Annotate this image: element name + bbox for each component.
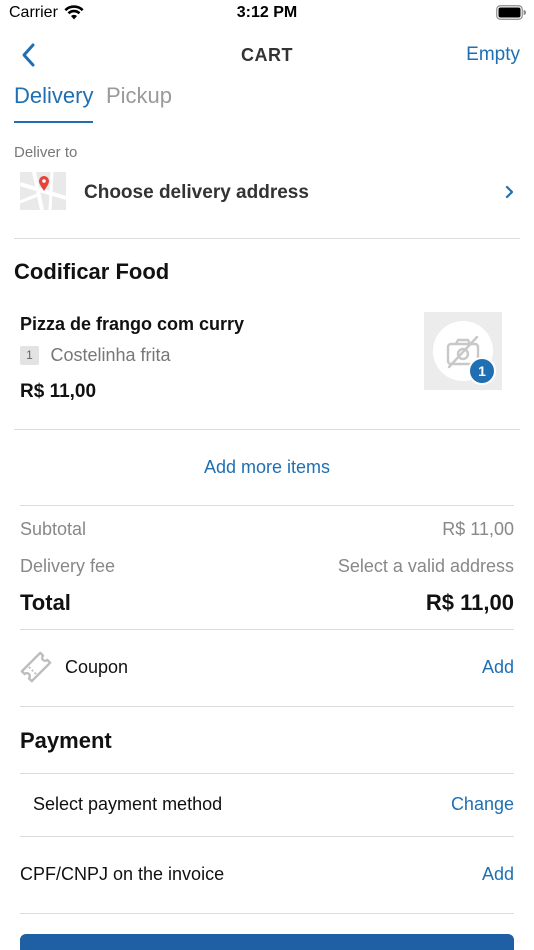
total-row: Total R$ 11,00 [20,590,514,618]
tab-delivery[interactable]: Delivery [14,83,93,109]
total-value: R$ 11,00 [425,590,514,615]
coupon-label: Coupon [65,657,129,677]
status-time: 3:12 PM [236,4,298,21]
map-pin-icon [20,172,66,210]
checkout-button[interactable] [20,934,514,950]
subtotal-value: R$ 11,00 [442,519,514,539]
option-name: Costelinha frita [50,345,171,365]
divider [20,629,514,630]
divider [20,773,514,774]
chevron-right-icon [505,185,514,199]
status-bar: Carrier 3:12 PM [0,0,534,30]
divider [20,836,514,837]
option-quantity-badge: 1 [20,346,39,365]
coupon-icon [20,651,52,683]
subtotal-label: Subtotal [20,519,87,539]
cart-item-name[interactable]: Pizza de frango com curry [20,314,244,335]
empty-cart-button[interactable]: Empty [466,44,520,66]
add-more-items-button[interactable]: Add more items [0,457,534,478]
payment-section-title: Payment [20,728,112,753]
navigation-bar: CART Empty [0,38,534,72]
battery-icon [496,5,526,20]
cart-item-price: R$ 11,00 [20,381,97,402]
total-label: Total [20,590,71,615]
divider [14,429,520,430]
delivery-address-selector[interactable]: Choose delivery address [14,168,520,218]
page-title: CART [241,45,293,65]
store-name: Codificar Food [14,259,170,284]
add-coupon-button[interactable]: Add [482,657,514,678]
cart-item-image[interactable]: 1 [424,312,502,390]
delivery-fee-row: Delivery fee Select a valid address [20,556,514,580]
choose-address-label: Choose delivery address [84,182,309,203]
deliver-to-label: Deliver to [14,144,78,161]
divider [20,913,514,914]
divider [20,706,514,707]
active-tab-indicator [14,121,93,123]
invoice-tax-id-label: CPF/CNPJ on the invoice [20,864,225,884]
payment-method-label: Select payment method [33,794,223,814]
change-payment-button[interactable]: Change [451,794,514,815]
cart-item-option: 1 Costelinha frita [20,345,171,365]
delivery-fee-label: Delivery fee [20,556,116,576]
add-tax-id-button[interactable]: Add [482,864,514,885]
divider [20,505,514,506]
item-count-badge: 1 [468,357,496,385]
subtotal-row: Subtotal R$ 11,00 [20,519,514,543]
divider [14,238,520,239]
tab-pickup[interactable]: Pickup [106,83,172,109]
delivery-fee-value: Select a valid address [337,556,514,576]
